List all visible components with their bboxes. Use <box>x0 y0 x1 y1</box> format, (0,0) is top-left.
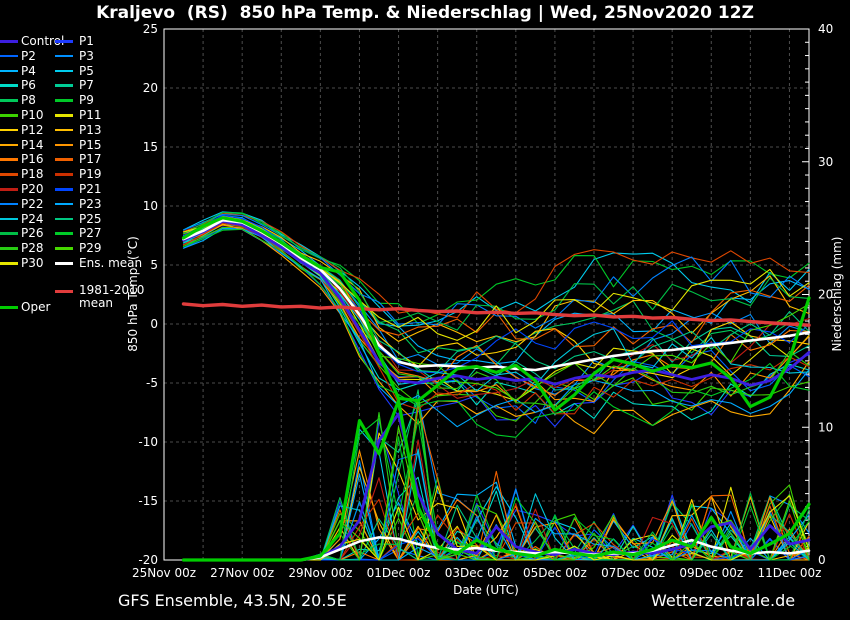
x-tick-label: 07Dec 00z <box>601 566 665 580</box>
y-left-tick-label: -20 <box>138 553 158 567</box>
x-tick-label: 05Dec 00z <box>523 566 587 580</box>
y-left-tick-label: -15 <box>138 494 158 508</box>
ensemble-member-precip-line <box>184 429 810 560</box>
y-left-tick-label: 25 <box>143 22 158 36</box>
y-left-tick-label: 10 <box>143 199 158 213</box>
control-temp-line <box>184 221 810 385</box>
y-left-tick-label: 20 <box>143 81 158 95</box>
y-right-tick-label: 0 <box>818 553 826 567</box>
x-tick-label: 03Dec 00z <box>445 566 509 580</box>
footer-brand: Wetterzentrale.de <box>651 591 795 610</box>
y-right-tick-label: 10 <box>818 420 833 434</box>
ensemble-member-temp-line <box>184 227 810 426</box>
y-right-tick-label: 40 <box>818 22 833 36</box>
meteogram-page: Kraljevo (RS) 850 hPa Temp. & Niederschl… <box>0 0 850 620</box>
footer-model-info: GFS Ensemble, 43.5N, 20.5E <box>118 591 347 610</box>
y-right-axis-title: Niederschlag (mm) <box>830 237 844 352</box>
y-right-tick-label: 30 <box>818 155 833 169</box>
y-left-axis-title: 850 hPa Temp. (°C) <box>126 236 140 352</box>
y-left-tick-label: -10 <box>138 435 158 449</box>
y-left-tick-label: -5 <box>146 376 158 390</box>
y-left-tick-label: 5 <box>150 258 158 272</box>
x-axis-title: Date (UTC) <box>453 583 519 597</box>
x-tick-label: 27Nov 00z <box>210 566 274 580</box>
ensemble-member-precip-line <box>184 437 810 560</box>
ensemble-member-temp-line <box>184 216 810 342</box>
x-tick-label: 29Nov 00z <box>288 566 352 580</box>
x-tick-label: 01Dec 00z <box>367 566 431 580</box>
plot-frame <box>164 29 809 560</box>
x-tick-label: 25Nov 00z <box>132 566 196 580</box>
ensemble-member-precip-line <box>184 440 810 560</box>
x-tick-label: 09Dec 00z <box>679 566 743 580</box>
y-left-tick-label: 0 <box>150 317 158 331</box>
y-left-tick-label: 15 <box>143 140 158 154</box>
ensemble-member-precip-line <box>184 433 810 560</box>
x-tick-label: 11Dec 00z <box>758 566 822 580</box>
